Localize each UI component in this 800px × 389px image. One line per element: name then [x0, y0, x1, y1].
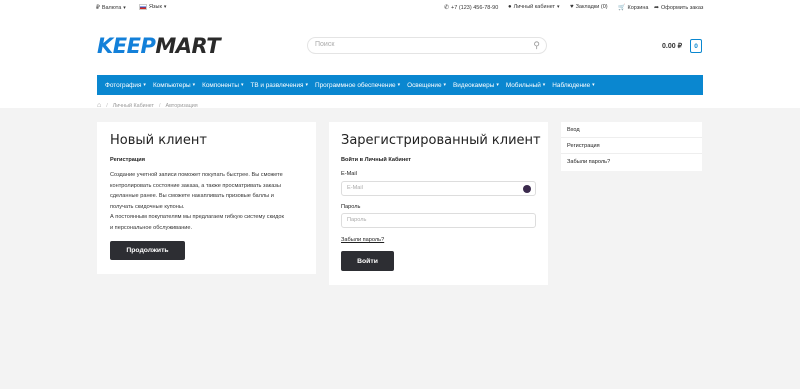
cart-link[interactable]: 🛒 Корзина: [618, 4, 649, 12]
logo[interactable]: KEEPMART: [97, 34, 221, 58]
email-label: E-Mail: [341, 171, 357, 177]
breadcrumb-separator: /: [158, 102, 161, 109]
breadcrumb: ⌂ / Личный Кабинет / Авторизация: [97, 102, 198, 109]
new-client-text: контролировать состояние заказа, а также…: [110, 182, 281, 189]
chevron-down-icon: ▾: [496, 82, 499, 88]
logo-keep: KEEP: [97, 34, 156, 58]
nav-item-label: Освещение: [407, 81, 442, 89]
cart-icon: 🛒: [618, 5, 626, 11]
nav-item-label: Мобильный: [505, 81, 541, 89]
user-icon: ●: [508, 4, 512, 10]
login-title: Зарегистрированный клиент: [341, 133, 541, 148]
breadcrumb-account[interactable]: Личный Кабинет: [113, 103, 154, 109]
nav-item-label: Компьютеры: [152, 81, 191, 89]
top-bar: ₽ Валюта ▾ Язык ▾ ✆ +7 (123) 456-78-90 ●…: [0, 0, 800, 16]
forgot-password-link[interactable]: Забыли пароль?: [341, 237, 384, 243]
nav-item-mobile[interactable]: Мобильный ▾: [506, 82, 545, 89]
email-field[interactable]: [347, 185, 497, 191]
new-client-text: А постоянным покупателям мы предлагаем г…: [110, 214, 284, 221]
nav-item-components[interactable]: Компоненты ▾: [202, 82, 243, 89]
nav-item-label: ТВ и развлечения: [250, 81, 304, 89]
nav-item-label: Видеокамеры: [453, 81, 495, 89]
wishlist-link[interactable]: ♥ Закладки (0): [570, 4, 608, 10]
chevron-down-icon: ▾: [123, 4, 126, 11]
breadcrumb-login[interactable]: Авторизация: [165, 103, 197, 109]
phone-label: +7 (123) 456-78-90: [451, 4, 499, 11]
language-dropdown[interactable]: Язык ▾: [139, 4, 166, 10]
chevron-down-icon: ▾: [592, 82, 595, 88]
email-field-wrapper: [341, 181, 536, 196]
checkout-label: Оформить заказ: [661, 4, 704, 11]
nav-item-label: Программное обеспечение: [315, 81, 396, 89]
logo-mart: MART: [155, 34, 221, 58]
sidebar-item-register[interactable]: Регистрация: [561, 138, 702, 154]
login-button[interactable]: Войти: [341, 251, 394, 271]
phone-icon: ✆: [444, 5, 450, 11]
chevron-down-icon: ▾: [143, 82, 146, 88]
chevron-down-icon: ▾: [443, 82, 447, 88]
chevron-down-icon: ▾: [240, 82, 244, 88]
nav-item-label: Наблюдение: [552, 81, 591, 89]
cart-label: Корзина: [627, 4, 649, 11]
chevron-down-icon: ▾: [397, 82, 401, 88]
login-subtitle: Войти в Личный Кабинет: [341, 157, 412, 163]
currency-dropdown[interactable]: ₽ Валюта ▾: [96, 4, 126, 12]
new-client-text: сделанные ранее. Вы сможете накапливать …: [110, 193, 274, 200]
new-client-subtitle: Регистрация: [110, 157, 145, 163]
chevron-down-icon: ▾: [542, 82, 546, 88]
chevron-down-icon: ▾: [163, 4, 167, 10]
nav-item-surveillance[interactable]: Наблюдение ▾: [552, 82, 594, 89]
breadcrumb-separator: /: [106, 102, 108, 109]
new-client-title: Новый клиент: [110, 133, 207, 148]
nav-item-lighting[interactable]: Освещение ▾: [407, 82, 446, 89]
nav-item-cameras[interactable]: Видеокамеры ▾: [453, 82, 499, 89]
new-client-description: Создание учетной записи поможет покупать…: [110, 170, 310, 234]
nav-item-computers[interactable]: Компьютеры ▾: [153, 82, 195, 89]
chevron-down-icon: ▾: [557, 4, 560, 10]
flag-icon: [139, 4, 147, 10]
new-client-text: получать скидочные купоны.: [110, 203, 185, 210]
main-navigation: Фотография ▾ Компьютеры ▾ Компоненты ▾ ТВ и…: [97, 75, 703, 95]
login-panel: Зарегистрированный клиент Войти в Личный…: [329, 122, 548, 285]
account-sidebar: Вход Регистрация Забыли пароль?: [561, 122, 702, 171]
new-client-text: и персональное обслуживание.: [110, 224, 193, 231]
password-label: Пароль: [341, 204, 361, 210]
home-icon[interactable]: ⌂: [97, 102, 101, 109]
search-input[interactable]: [315, 41, 515, 48]
sidebar-item-forgot-password[interactable]: Забыли пароль?: [561, 154, 702, 170]
password-manager-icon[interactable]: [523, 185, 531, 193]
phone-link[interactable]: ✆ +7 (123) 456-78-90: [444, 4, 499, 12]
account-label: Личный кабинет: [513, 4, 556, 10]
continue-button[interactable]: Продолжить: [110, 241, 185, 260]
new-client-panel: Новый клиент Регистрация Создание учетно…: [97, 122, 316, 274]
search-icon[interactable]: ⚲: [533, 40, 540, 51]
sidebar-item-login[interactable]: Вход: [561, 122, 702, 138]
heart-icon: ♥: [570, 4, 574, 10]
wishlist-label: Закладки (0): [575, 4, 608, 10]
nav-item-label: Фотография: [105, 81, 142, 89]
password-field[interactable]: [347, 217, 497, 223]
language-label: Язык: [149, 4, 162, 10]
search-box: ⚲: [307, 37, 547, 54]
currency-label: Валюта: [101, 4, 122, 11]
ruble-icon: ₽: [96, 5, 100, 11]
nav-item-label: Компоненты: [202, 81, 239, 89]
chevron-down-icon: ▾: [305, 82, 308, 88]
account-dropdown[interactable]: ● Личный кабинет ▾: [508, 4, 560, 10]
nav-item-photo[interactable]: Фотография ▾: [105, 82, 146, 89]
cart-count-badge[interactable]: 0: [690, 39, 702, 53]
checkout-link[interactable]: ➦ Оформить заказ: [654, 4, 704, 12]
share-icon: ➦: [654, 5, 660, 11]
cart-total[interactable]: 0.00 ₽: [662, 42, 682, 50]
nav-item-tv[interactable]: ТВ и развлечения ▾: [250, 82, 308, 89]
new-client-text: Создание учетной записи поможет покупать…: [110, 172, 283, 178]
nav-item-software[interactable]: Программное обеспечение ▾: [315, 82, 400, 89]
chevron-down-icon: ▾: [192, 82, 196, 88]
password-field-wrapper: [341, 213, 536, 228]
